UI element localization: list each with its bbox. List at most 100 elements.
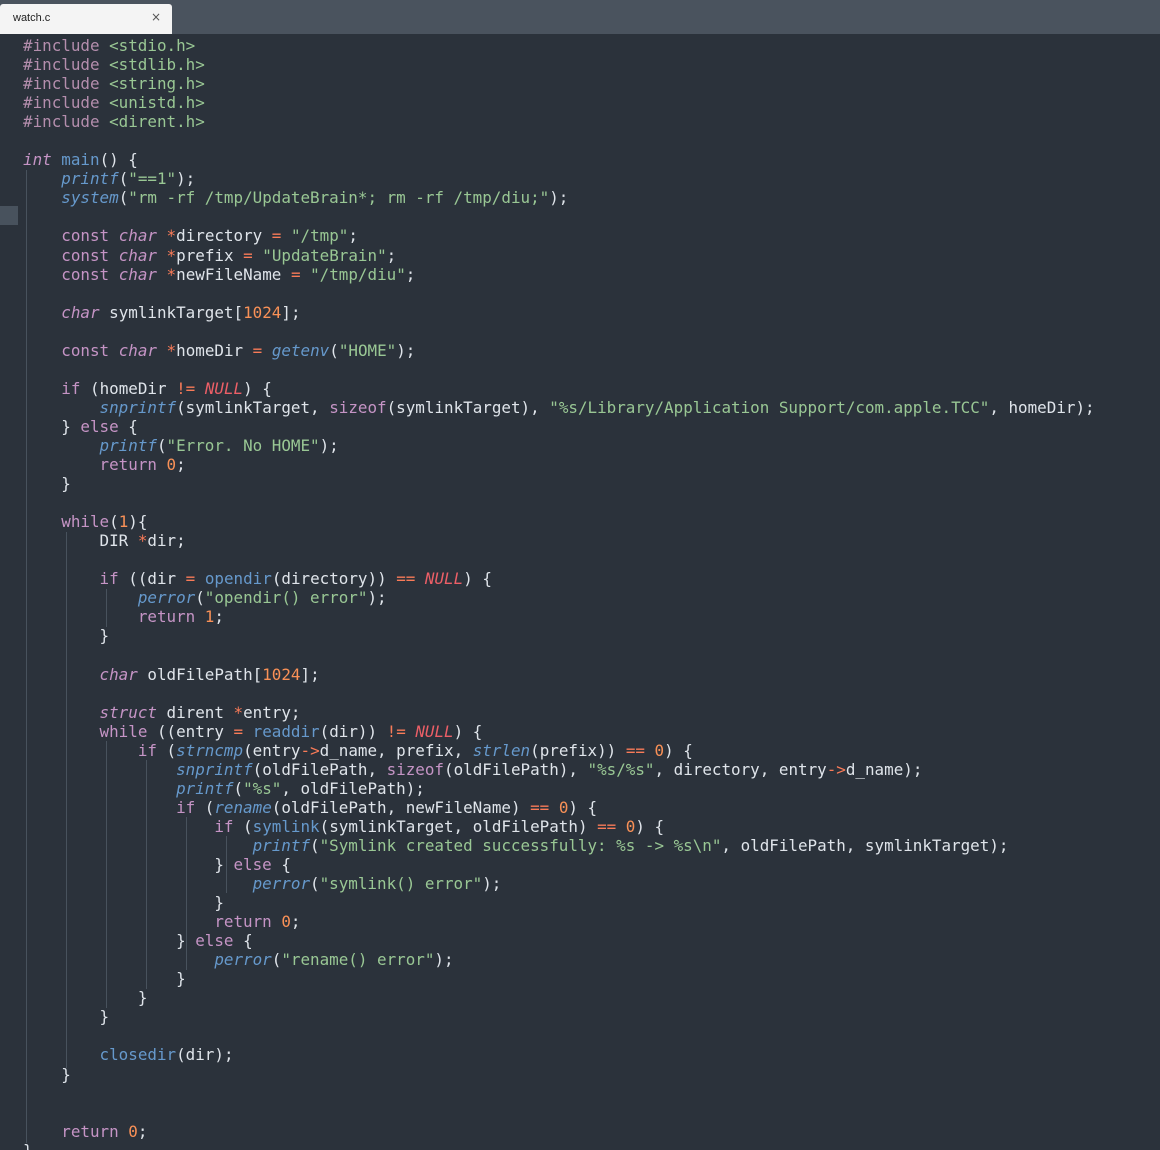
code-token: "rename() error" [281, 950, 435, 970]
code-editor[interactable]: #include <stdio.h> #include <stdlib.h> #in… [0, 34, 1160, 1150]
code-token: sizeof [329, 397, 387, 417]
code-line: const char *prefix = "UpdateBrain"; [23, 246, 1095, 265]
code-token: homeDir [1008, 397, 1076, 417]
code-token: return [214, 912, 282, 932]
code-token: ), [520, 397, 550, 417]
code-token: else [80, 416, 119, 436]
code-token: while [99, 721, 148, 741]
code-content[interactable]: #include <stdio.h> #include <stdlib.h> #in… [23, 36, 1095, 1150]
code-token: ); [1075, 397, 1095, 417]
code-token: )) [597, 740, 626, 760]
code-line: while ((entry = readdir(dir)) != NULL) { [23, 722, 1095, 741]
code-token: entry [243, 702, 291, 722]
code-token: ( [176, 1045, 186, 1065]
code-token: dir [329, 721, 358, 741]
code-token: * [166, 245, 177, 265]
code-token: ); [482, 874, 502, 894]
code-token: directory [281, 569, 368, 589]
code-token: ( [118, 188, 129, 208]
code-line: } [23, 626, 1095, 645]
code-line: #include <stdlib.h> [23, 55, 1095, 74]
code-line: snprintf(symlinkTarget, sizeof(symlinkTa… [23, 398, 1095, 417]
code-token: ; [290, 912, 301, 932]
code-token: closedir [99, 1045, 177, 1065]
code-token: (( [147, 721, 177, 741]
code-token: ( [443, 759, 454, 779]
code-token: "/tmp/diu" [310, 264, 406, 284]
code-token: dirent [156, 702, 234, 722]
code-line: int main() { [23, 150, 1095, 169]
code-token: directory, entry [673, 759, 827, 779]
code-token: ); [549, 188, 569, 208]
code-line: if ((dir = opendir(directory)) == NULL) … [23, 569, 1095, 588]
code-token: <stdlib.h> [109, 55, 205, 75]
code-token: "%s/Library/Application Support/com.appl… [549, 397, 990, 417]
code-token: dir [185, 1045, 215, 1065]
code-token: } [176, 969, 186, 989]
code-token: { [233, 931, 253, 951]
code-token: NULL [204, 378, 244, 398]
current-line-marker [0, 206, 18, 225]
code-line: printf("==1"); [23, 169, 1095, 188]
code-token: "%s/%s" [587, 759, 655, 779]
code-token: "==1" [128, 169, 177, 189]
code-token: NULL [424, 569, 464, 589]
code-token: if [61, 378, 81, 398]
code-token: ( [233, 778, 244, 798]
close-icon[interactable]: × [150, 11, 162, 23]
code-token: symlinkTarget [396, 397, 521, 417]
code-token: return [99, 455, 167, 475]
code-line: if (rename(oldFilePath, newFileName) == … [23, 798, 1095, 817]
code-token: if [176, 797, 196, 817]
code-token: ( [156, 435, 167, 455]
code-line: char symlinkTarget[1024]; [23, 303, 1095, 322]
code-token: <unistd.h> [109, 93, 205, 113]
code-line: system("rm -rf /tmp/UpdateBrain*; rm -rf… [23, 188, 1095, 207]
code-token: ( [176, 397, 186, 417]
code-token: ; [405, 264, 416, 284]
code-token: )) [367, 569, 397, 589]
code-token: snprintf [176, 759, 253, 779]
code-token: DIR [23, 531, 138, 551]
code-line: perror("opendir() error"); [23, 588, 1095, 607]
code-token: ){ [128, 512, 148, 532]
code-line: printf("Symlink created successfully: %s… [23, 836, 1095, 855]
code-token: const [61, 226, 119, 246]
code-token: <dirent.h> [109, 112, 205, 132]
code-token: == [625, 740, 645, 760]
code-token: ); [319, 435, 339, 455]
code-token: #include [23, 93, 110, 113]
code-token: == [396, 569, 416, 589]
code-token: ) { [635, 816, 665, 836]
code-line: closedir(dir); [23, 1045, 1095, 1064]
code-token: symlinkTarget [99, 302, 234, 322]
code-token: perror [252, 874, 311, 894]
code-token: 0 [128, 1121, 138, 1141]
code-token: printf [176, 778, 234, 798]
code-token: symlink [252, 816, 320, 836]
code-token: #include [23, 55, 110, 75]
tab-watch-c[interactable]: watch.c × [0, 4, 172, 34]
code-token: ( [310, 874, 320, 894]
code-line: #include <dirent.h> [23, 112, 1095, 131]
